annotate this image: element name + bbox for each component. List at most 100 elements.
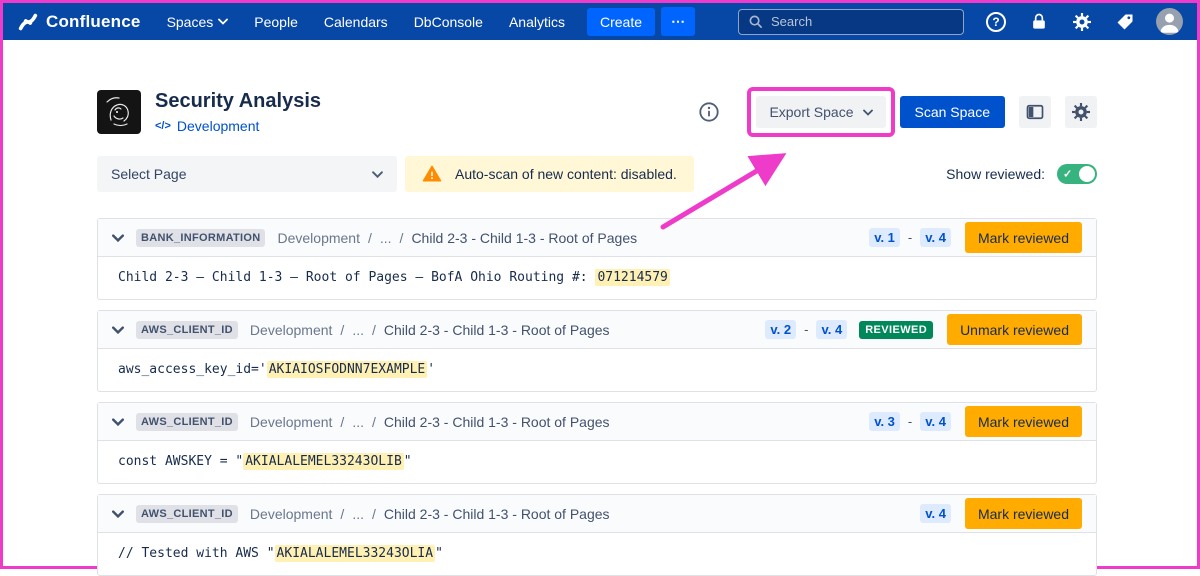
- version-separator: -: [804, 322, 808, 337]
- finding-card: BANK_INFORMATION Development / ... / Chi…: [97, 218, 1097, 300]
- tag-icon: [1115, 12, 1135, 32]
- search-input[interactable]: [771, 14, 954, 29]
- breadcrumb-space[interactable]: Development: [250, 506, 333, 522]
- chevron-down-icon: [863, 109, 873, 116]
- search-icon: [748, 14, 763, 29]
- mark-reviewed-button[interactable]: Mark reviewed: [965, 222, 1082, 253]
- person-icon: [1156, 8, 1183, 35]
- more-actions-button[interactable]: ⋯: [661, 7, 695, 36]
- breadcrumb-space[interactable]: Development: [250, 322, 333, 338]
- version-separator: -: [908, 230, 912, 245]
- breadcrumb-separator: /: [340, 322, 344, 338]
- autoscan-warning: Auto-scan of new content: disabled.: [405, 156, 694, 192]
- snippet-text: aws_access_key_id=': [118, 362, 267, 377]
- breadcrumb-ellipsis[interactable]: ...: [380, 230, 392, 246]
- version-to-link[interactable]: v. 4: [920, 228, 951, 247]
- scan-space-button[interactable]: Scan Space: [900, 96, 1006, 128]
- snippet-highlight: AKIAIOSFODNN7EXAMPLE: [267, 361, 428, 378]
- finding-header: AWS_CLIENT_ID Development / ... / Child …: [98, 403, 1096, 441]
- reviewed-badge: REVIEWED: [859, 321, 933, 339]
- finding-actions: v. 4 Mark reviewed: [920, 498, 1082, 529]
- show-reviewed-control: Show reviewed: ✓: [946, 164, 1097, 184]
- chevron-down-icon: [372, 171, 383, 178]
- finding-actions: v. 3 - v. 4 Mark reviewed: [869, 406, 1082, 437]
- version-from-link[interactable]: v. 1: [869, 228, 900, 247]
- breadcrumb-separator: /: [400, 230, 404, 246]
- finding-actions: v. 1 - v. 4 Mark reviewed: [869, 222, 1082, 253]
- breadcrumb: Development / ... / Child 2-3 - Child 1-…: [250, 414, 610, 430]
- nav-icon-group: ?: [984, 8, 1183, 35]
- breadcrumb-page[interactable]: Child 2-3 - Child 1-3 - Root of Pages: [384, 322, 610, 338]
- finding-card: AWS_CLIENT_ID Development / ... / Child …: [97, 402, 1097, 484]
- show-reviewed-toggle[interactable]: ✓: [1057, 164, 1097, 184]
- snippet-text: ": [404, 454, 412, 469]
- version-to-link[interactable]: v. 4: [816, 320, 847, 339]
- breadcrumb-space[interactable]: Development: [277, 230, 360, 246]
- info-icon[interactable]: [698, 101, 720, 123]
- breadcrumb-space[interactable]: Development: [250, 414, 333, 430]
- snippet-highlight: 071214579: [595, 269, 669, 286]
- breadcrumb: Development / ... / Child 2-3 - Child 1-…: [250, 506, 610, 522]
- finding-type-badge: BANK_INFORMATION: [136, 229, 265, 247]
- space-avatar[interactable]: [97, 90, 141, 134]
- nav-item-people[interactable]: People: [254, 14, 298, 30]
- breadcrumb-ellipsis[interactable]: ...: [352, 506, 364, 522]
- nav-item-analytics[interactable]: Analytics: [509, 14, 565, 30]
- main-content: Security Analysis </> Development Export…: [97, 90, 1097, 576]
- chevron-down-icon[interactable]: [112, 510, 124, 518]
- finding-header: BANK_INFORMATION Development / ... / Chi…: [98, 219, 1096, 257]
- settings-button[interactable]: [1070, 10, 1094, 34]
- header-actions: Export Space Scan Space: [698, 96, 1097, 128]
- version-from-link[interactable]: v. 2: [765, 320, 796, 339]
- snippet-text: ": [435, 546, 443, 561]
- finding-snippet: const AWSKEY = "AKIALALEMEL33243OLIB": [98, 441, 1096, 483]
- page-header: Security Analysis </> Development Export…: [97, 90, 1097, 134]
- confluence-logo[interactable]: Confluence: [17, 11, 141, 33]
- snippet-highlight: AKIALALEMEL33243OLIB: [243, 453, 404, 470]
- breadcrumb-separator: /: [340, 506, 344, 522]
- chevron-down-icon[interactable]: [112, 234, 124, 242]
- user-avatar[interactable]: [1156, 8, 1183, 35]
- select-page-label: Select Page: [111, 166, 187, 182]
- breadcrumb-page[interactable]: Child 2-3 - Child 1-3 - Root of Pages: [411, 230, 637, 246]
- mark-reviewed-button[interactable]: Mark reviewed: [965, 498, 1082, 529]
- nav-item-label: DbConsole: [414, 14, 483, 30]
- breadcrumb-separator: /: [372, 322, 376, 338]
- select-page-dropdown[interactable]: Select Page: [97, 156, 397, 192]
- top-navigation: Confluence Spaces People Calendars DbCon…: [3, 3, 1197, 40]
- show-reviewed-label: Show reviewed:: [946, 166, 1045, 182]
- export-space-button[interactable]: Export Space: [756, 96, 885, 128]
- finding-card: AWS_CLIENT_ID Development / ... / Child …: [97, 310, 1097, 392]
- version-separator: -: [908, 414, 912, 429]
- labels-button[interactable]: [1113, 10, 1137, 34]
- nav-item-calendars[interactable]: Calendars: [324, 14, 388, 30]
- version-to-link[interactable]: v. 4: [920, 412, 951, 431]
- space-settings-button[interactable]: [1065, 96, 1097, 128]
- nav-item-spaces[interactable]: Spaces: [167, 14, 229, 30]
- finding-card: AWS_CLIENT_ID Development / ... / Child …: [97, 494, 1097, 576]
- unmark-reviewed-button[interactable]: Unmark reviewed: [947, 314, 1082, 345]
- chevron-down-icon[interactable]: [112, 418, 124, 426]
- panel-layout-button[interactable]: [1019, 96, 1051, 128]
- admin-access-button[interactable]: [1027, 10, 1051, 34]
- space-link[interactable]: Development: [177, 118, 260, 134]
- finding-type-badge: AWS_CLIENT_ID: [136, 505, 238, 523]
- version-from-link[interactable]: v. 4: [920, 504, 951, 523]
- version-from-link[interactable]: v. 3: [869, 412, 900, 431]
- help-button[interactable]: ?: [984, 10, 1008, 34]
- create-button[interactable]: Create: [587, 8, 655, 36]
- code-icon: </>: [155, 120, 171, 132]
- nav-item-label: Spaces: [167, 14, 214, 30]
- mark-reviewed-button[interactable]: Mark reviewed: [965, 406, 1082, 437]
- breadcrumb-ellipsis[interactable]: ...: [352, 414, 364, 430]
- search-box[interactable]: [738, 9, 964, 35]
- warning-icon: [422, 164, 442, 184]
- export-space-label: Export Space: [769, 104, 853, 120]
- nav-item-dbconsole[interactable]: DbConsole: [414, 14, 483, 30]
- finding-type-badge: AWS_CLIENT_ID: [136, 413, 238, 431]
- breadcrumb-page[interactable]: Child 2-3 - Child 1-3 - Root of Pages: [384, 414, 610, 430]
- breadcrumb-ellipsis[interactable]: ...: [352, 322, 364, 338]
- chevron-down-icon[interactable]: [112, 326, 124, 334]
- breadcrumb-page[interactable]: Child 2-3 - Child 1-3 - Root of Pages: [384, 506, 610, 522]
- findings-list: BANK_INFORMATION Development / ... / Chi…: [97, 218, 1097, 576]
